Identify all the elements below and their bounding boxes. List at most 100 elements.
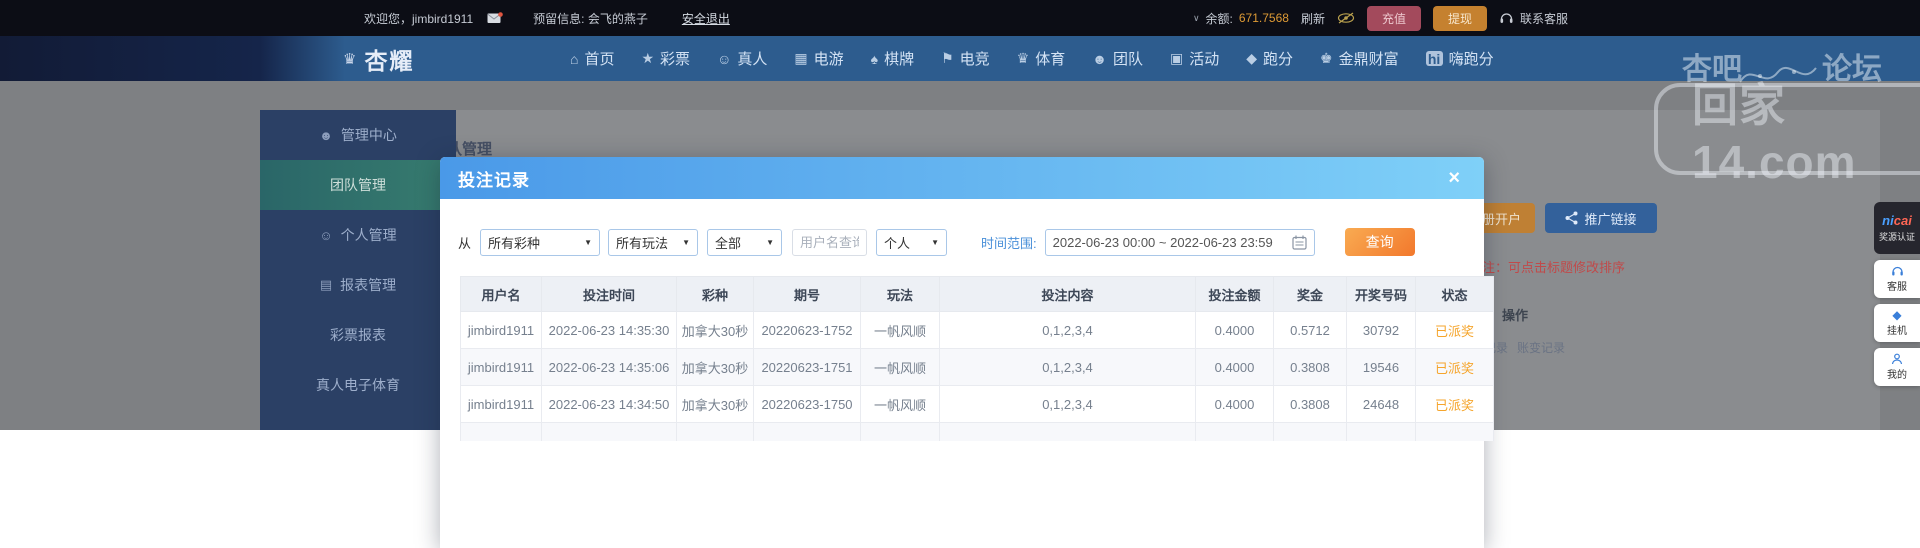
status-select[interactable]: 全部 ▼ [707, 228, 783, 256]
promo-link-button[interactable]: 推广链接 [1545, 203, 1657, 233]
operation-column-header: 操作 [1502, 308, 1529, 323]
nav-item-slots[interactable]: ▦ 电游 [794, 48, 843, 69]
table-cell: 0.3808 [1273, 385, 1347, 423]
table-header-cell: 期号 [753, 276, 861, 312]
eye-slash-icon[interactable] [1337, 12, 1355, 24]
sidebar-item-live-esports-report[interactable]: 真人电子体育 [260, 360, 456, 410]
table-row [460, 422, 1494, 441]
sidebar-item-label: 报表管理 [340, 277, 397, 293]
user-icon [1891, 353, 1903, 365]
sidebar-item-label: 真人电子体育 [316, 377, 400, 393]
hangup-widget[interactable]: ◆ 挂机 [1874, 304, 1920, 342]
logout-link[interactable]: 安全退出 [682, 10, 730, 27]
recharge-button[interactable]: 充值 [1366, 5, 1421, 31]
sidebar-item-report-management[interactable]: ▤ 报表管理 [260, 260, 456, 310]
table-cell: 加拿大30秒 [676, 385, 754, 423]
table-cell: 0,1,2,3,4 [939, 385, 1196, 423]
user-icon: ☺ [319, 227, 333, 243]
nav-item-live-casino[interactable]: ☺ 真人 [717, 48, 767, 69]
gift-icon: ▣ [1169, 50, 1184, 66]
nav-item-team[interactable]: ☻ 团队 [1092, 48, 1143, 69]
table-cell: 一帆风顺 [860, 385, 940, 423]
table-header-row: 用户名 投注时间 彩种 期号 玩法 投注内容 投注金额 奖金 开奖号码 状态 [460, 276, 1494, 312]
nav-item-card-games[interactable]: ♠ 棋牌 [871, 48, 914, 69]
table-row: jimbird1911 2022-06-23 14:35:06 加拿大30秒 2022… [460, 348, 1494, 386]
site-logo[interactable]: ♛ 杏耀 [343, 36, 414, 81]
lottery-type-select[interactable]: 所有彩种 ▼ [480, 228, 601, 256]
hi-icon: hi [1425, 51, 1443, 67]
logo-text: 杏耀 [364, 47, 415, 74]
nav-item-label: 棋牌 [884, 51, 915, 68]
nav-item-sports[interactable]: ♛ 体育 [1017, 48, 1066, 69]
time-range-value: 2022-06-23 00:00 ~ 2022-06-23 23:59 [1052, 234, 1273, 250]
customer-service-widget[interactable]: 客服 [1874, 260, 1920, 298]
table-cell: 一帆风顺 [860, 348, 940, 386]
play-type-select[interactable]: 所有玩法 ▼ [608, 228, 699, 256]
username-search-input[interactable] [792, 228, 868, 256]
side-widget-stack: nicai 奖源认证 客服 ◆ 挂机 我的 [1874, 202, 1920, 386]
sidebar-item-personal-management[interactable]: ☺ 个人管理 [260, 210, 456, 260]
refresh-link[interactable]: 刷新 [1301, 10, 1325, 27]
nav-item-jinding-wealth[interactable]: ♚ 金鼎财富 [1320, 48, 1399, 69]
gamepad-icon: ⚑ [941, 50, 954, 66]
balance-collapse-caret[interactable]: ∨ [1193, 13, 1200, 24]
table-cell: 0,1,2,3,4 [939, 311, 1196, 349]
table-header-cell: 玩法 [860, 276, 940, 312]
report-icon: ▤ [319, 277, 333, 292]
screen: 欢迎您，jimbird1911 预留信息: 会飞的燕子 安全退出 ∨ 余额: 6… [0, 0, 1920, 548]
table-header-cell: 彩种 [676, 276, 754, 312]
nav-item-esports[interactable]: ⚑ 电竞 [941, 48, 990, 69]
table-cell [860, 422, 940, 441]
sidebar-item-lottery-report[interactable]: 彩票报表 [260, 310, 456, 360]
sidebar-item-management-center[interactable]: ☻ 管理中心 [260, 110, 456, 160]
nav-item-home[interactable]: ⌂ 首页 [570, 48, 614, 69]
cert-subtitle: 奖源认证 [1878, 231, 1915, 242]
query-button[interactable]: 查询 [1344, 228, 1415, 256]
scope-select[interactable]: 个人 ▼ [876, 228, 948, 256]
table-cell [541, 422, 677, 441]
cert-logo: nicai [1882, 212, 1912, 228]
nav-item-hi-paofen[interactable]: hi 嗨跑分 [1425, 48, 1494, 69]
nav-item-lottery[interactable]: ★ 彩票 [641, 48, 690, 69]
from-label: 从 [458, 235, 472, 251]
table-header-cell: 投注金额 [1195, 276, 1274, 312]
nav-item-paofen[interactable]: ◆ 跑分 [1246, 48, 1293, 69]
status-cell: 已派奖 [1415, 385, 1494, 423]
mine-widget[interactable]: 我的 [1874, 348, 1920, 386]
table-header-cell: 投注时间 [541, 276, 677, 312]
nav-item-label: 电游 [813, 51, 844, 68]
balance-label: 余额: [1205, 11, 1233, 26]
lottery-icon: ★ [641, 50, 655, 66]
time-range-input[interactable]: 2022-06-23 00:00 ~ 2022-06-23 23:59 [1044, 228, 1315, 256]
table-header-cell: 奖金 [1273, 276, 1347, 312]
team-icon: ☻ [1092, 50, 1107, 67]
main-navbar: ♛ 杏耀 ⌂ 首页 ★ 彩票 ☺ 真人 ▦ 电游 ♠ 棋牌 ⚑ 电竞 ♛ 体育 ☻ 团队 ▣ 活动 ◆ 跑分 ♚ 金鼎财富… [0, 36, 1920, 81]
table-cell: 24648 [1346, 385, 1416, 423]
cert-widget[interactable]: nicai 奖源认证 [1874, 202, 1920, 254]
status-cell: 已派奖 [1415, 348, 1494, 386]
topbar-right: ∨ 余额: 671.7568 刷新 充值 提现 联系客服 [1193, 0, 1568, 36]
table-cell [1346, 422, 1416, 441]
sidebar-item-team-management[interactable]: 团队管理 [260, 160, 456, 210]
contact-service-link[interactable]: 联系客服 [1520, 10, 1568, 27]
nav-item-promotions[interactable]: ▣ 活动 [1170, 48, 1219, 69]
modal-close-icon[interactable]: × [1448, 168, 1460, 188]
headset-icon [1499, 11, 1514, 25]
chevron-down-icon: ▼ [682, 237, 691, 247]
message-envelope-icon[interactable] [487, 12, 503, 24]
modal-header: 投注记录 × [440, 157, 1484, 199]
table-cell: 2022-06-23 14:35:06 [541, 348, 677, 386]
mine-label: 我的 [1887, 370, 1907, 381]
table-cell [939, 422, 1196, 441]
home-icon: ⌂ [570, 50, 579, 67]
reserved-info: 预留信息: 会飞的燕子 [533, 11, 648, 26]
account-history-link[interactable]: 账变记录 [1517, 339, 1565, 356]
table-cell [460, 422, 542, 441]
withdraw-button[interactable]: 提现 [1432, 5, 1487, 31]
nav-item-label: 首页 [584, 51, 615, 68]
table-cell: 2022-06-23 14:35:30 [541, 311, 677, 349]
table-cell: 0.4000 [1195, 348, 1274, 386]
promo-link-label: 推广链接 [1584, 211, 1637, 227]
table-cell: 0.3808 [1273, 348, 1347, 386]
slot-machine-icon: ▦ [794, 50, 808, 66]
